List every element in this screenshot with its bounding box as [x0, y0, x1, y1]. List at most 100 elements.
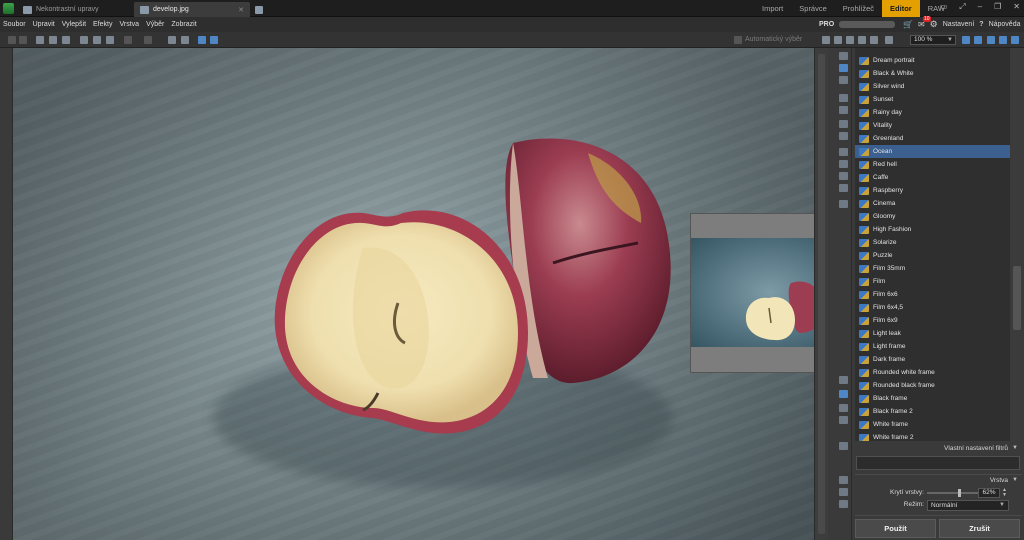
text-tool-icon[interactable]: [839, 172, 848, 180]
grid-icon[interactable]: [870, 36, 878, 44]
menu-upravit[interactable]: Upravit: [33, 17, 55, 32]
filter-item[interactable]: Vitality: [855, 119, 1010, 132]
new-tab-button[interactable]: [252, 2, 266, 17]
print-preview-icon[interactable]: [885, 36, 893, 44]
filter-item[interactable]: Raspberry: [855, 184, 1010, 197]
filter-item[interactable]: Greenland: [855, 132, 1010, 145]
blend-mode-select[interactable]: Normální ▼: [927, 500, 1009, 511]
zoom-select[interactable]: 100 % ▼: [910, 35, 956, 45]
align-icon[interactable]: [168, 36, 176, 44]
mode-prohlizec[interactable]: Prohlížeč: [835, 0, 882, 17]
filter-item[interactable]: Caffe: [855, 171, 1010, 184]
filter-item[interactable]: White frame: [855, 418, 1010, 431]
save-icon[interactable]: [49, 36, 57, 44]
image-canvas[interactable]: [13, 48, 814, 540]
scrollbar-thumb[interactable]: [818, 54, 825, 534]
help-icon[interactable]: ?: [979, 17, 983, 32]
mode-editor[interactable]: Editor: [882, 0, 920, 17]
auto-select-label[interactable]: Automatický výběr: [745, 32, 802, 48]
filter-item[interactable]: Cinema: [855, 197, 1010, 210]
mode-import[interactable]: Import: [754, 0, 791, 17]
zoom-in-icon[interactable]: [962, 36, 970, 44]
filter-item[interactable]: Silver wind: [855, 80, 1010, 93]
notification-icon[interactable]: ✉ 10: [918, 16, 931, 32]
filter-list-scrollbar[interactable]: [1011, 48, 1023, 441]
mode-spravce[interactable]: Správce: [791, 0, 835, 17]
menu-vrstva[interactable]: Vrstva: [119, 17, 139, 32]
filter-item[interactable]: Film: [855, 275, 1010, 288]
opacity-value-input[interactable]: 62%: [978, 488, 1000, 498]
undo-icon[interactable]: [8, 36, 16, 44]
settings-tool-icon[interactable]: [839, 52, 848, 60]
eyedropper-tool-icon[interactable]: [839, 376, 848, 384]
menu-vylepsit[interactable]: Vylepšit: [62, 17, 86, 32]
filter-item[interactable]: Light frame: [855, 340, 1010, 353]
tab-develop-jpg[interactable]: develop.jpg ✕: [134, 2, 250, 17]
brush-tool-icon[interactable]: [839, 200, 848, 208]
lasso-tool-icon[interactable]: [839, 160, 848, 168]
info-tool-icon[interactable]: [839, 488, 848, 496]
filter-item[interactable]: High Fashion: [855, 223, 1010, 236]
filter-item[interactable]: Ocean: [855, 145, 1010, 158]
fit-screen-icon[interactable]: [987, 36, 995, 44]
filter-item[interactable]: Gloomy: [855, 210, 1010, 223]
close-window-icon[interactable]: ✕: [1013, 2, 1020, 12]
close-icon[interactable]: ✕: [238, 6, 244, 14]
layer-section-header[interactable]: Vrstva ▼: [855, 475, 1022, 486]
history-icon[interactable]: [846, 36, 854, 44]
histogram-tool-icon[interactable]: [839, 476, 848, 484]
actual-size-icon[interactable]: [999, 36, 1007, 44]
filter-item[interactable]: Black frame: [855, 392, 1010, 405]
account-name-redacted[interactable]: [839, 21, 895, 28]
clone-tool-icon[interactable]: [839, 404, 848, 412]
print-icon[interactable]: [62, 36, 70, 44]
filter-item[interactable]: Dream portrait: [855, 54, 1010, 67]
menu-efekty[interactable]: Efekty: [93, 17, 112, 32]
canvas-vertical-scrollbar[interactable]: [814, 48, 828, 540]
scrollbar-thumb[interactable]: [1013, 266, 1021, 330]
filter-item[interactable]: Black frame 2: [855, 405, 1010, 418]
transform-icon[interactable]: [181, 36, 189, 44]
pen-icon[interactable]: [834, 36, 842, 44]
opacity-slider[interactable]: [927, 489, 979, 497]
open-icon[interactable]: [36, 36, 44, 44]
brush-icon[interactable]: [822, 36, 830, 44]
monitor-icon[interactable]: ▭: [940, 2, 948, 12]
paint-tool-icon[interactable]: [839, 390, 848, 398]
gear-icon[interactable]: ⚙: [930, 17, 938, 32]
menu-zobrazit[interactable]: Zobrazit: [171, 17, 196, 32]
eraser-tool-icon[interactable]: [839, 416, 848, 424]
filter-item[interactable]: Light leak: [855, 327, 1010, 340]
cut-icon[interactable]: [106, 36, 114, 44]
cancel-button[interactable]: Zrušit: [939, 519, 1020, 538]
view-mode-icon[interactable]: [198, 36, 206, 44]
copy-icon[interactable]: [80, 36, 88, 44]
paste-icon[interactable]: [93, 36, 101, 44]
cart-icon[interactable]: 🛒: [903, 17, 913, 32]
minimize-icon[interactable]: –: [978, 2, 982, 12]
layers-tool-icon[interactable]: [839, 442, 848, 450]
zoom-tool-icon[interactable]: [839, 94, 848, 102]
crop-tool-icon[interactable]: [839, 132, 848, 140]
move-tool-icon[interactable]: [839, 120, 848, 128]
fullscreen-view-icon[interactable]: [1011, 36, 1019, 44]
filters-tool-icon[interactable]: [839, 64, 848, 72]
rotate-right-icon[interactable]: [144, 36, 152, 44]
menu-soubor[interactable]: Soubor: [3, 17, 26, 32]
filter-item[interactable]: Rounded black frame: [855, 379, 1010, 392]
tab-nekontrastni-upravy[interactable]: Nekontrastní upravy: [17, 2, 129, 17]
filter-item[interactable]: Rounded white frame: [855, 366, 1010, 379]
filter-item[interactable]: Film 6x4,5: [855, 301, 1010, 314]
menu-vyber[interactable]: Výběr: [146, 17, 164, 32]
filter-item[interactable]: Puzzle: [855, 249, 1010, 262]
filter-item[interactable]: Rainy day: [855, 106, 1010, 119]
filter-item[interactable]: Sunset: [855, 93, 1010, 106]
hand-tool-icon[interactable]: [839, 106, 848, 114]
select-tool-icon[interactable]: [839, 148, 848, 156]
custom-filter-settings-header[interactable]: Vlastní nastavení filtrů ▼: [855, 443, 1022, 454]
filter-item[interactable]: White frame 2: [855, 431, 1010, 441]
apply-button[interactable]: Použít: [855, 519, 936, 538]
filter-list[interactable]: Dream portrait Black & White Silver wind Su…: [855, 48, 1010, 441]
layers-icon[interactable]: [858, 36, 866, 44]
lock-icon[interactable]: [734, 36, 742, 44]
